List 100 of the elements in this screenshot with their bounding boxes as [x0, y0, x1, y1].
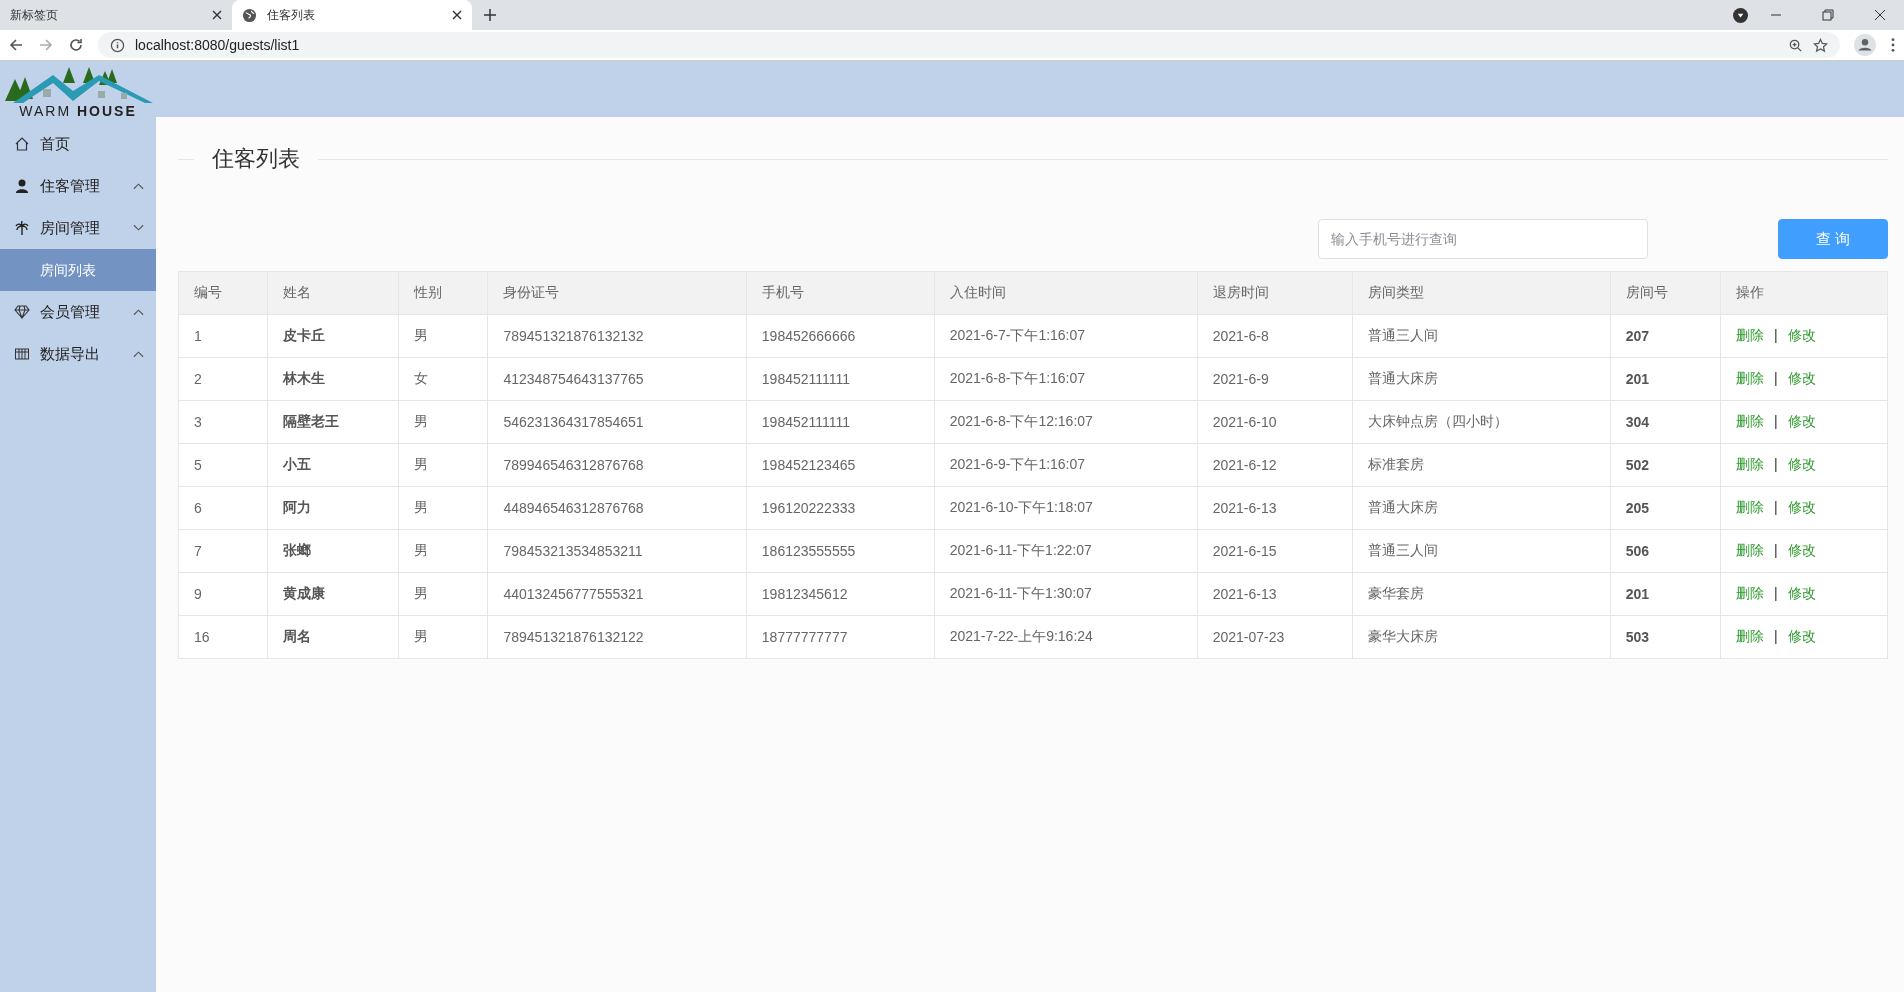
reload-icon[interactable]	[68, 37, 84, 53]
table-cell: 2021-6-8	[1197, 314, 1353, 358]
separator: |	[1773, 628, 1778, 644]
delete-link[interactable]: 删除	[1735, 370, 1764, 386]
table-cell: 隔壁老王	[267, 400, 399, 444]
table-cell: 男	[398, 572, 488, 616]
new-tab-icon[interactable]	[484, 9, 496, 21]
edit-link[interactable]: 修改	[1787, 499, 1816, 515]
back-icon[interactable]	[8, 37, 24, 53]
table-cell: 205	[1610, 486, 1721, 530]
menu-item[interactable]: 房间管理	[0, 207, 156, 249]
menu-item[interactable]: 首页	[0, 123, 156, 165]
delete-link[interactable]: 删除	[1735, 327, 1764, 343]
table-cell: 男	[398, 486, 488, 530]
edit-link[interactable]: 修改	[1787, 327, 1816, 343]
table-cell: 2021-6-13	[1197, 486, 1353, 530]
zoom-icon[interactable]	[1788, 37, 1803, 53]
edit-link[interactable]: 修改	[1787, 542, 1816, 558]
diamond-icon	[14, 304, 30, 320]
menu-item[interactable]: 数据导出	[0, 333, 156, 375]
table-cell: 2021-6-7-下午1:16:07	[934, 314, 1198, 358]
table-cell: 2021-07-23	[1197, 615, 1353, 659]
table-cell: 198452111111	[746, 357, 935, 401]
column-header: 性别	[398, 271, 488, 315]
table-cell: 789946546312876768	[487, 443, 747, 487]
search-field[interactable]: 输入手机号进行查询	[1318, 219, 1648, 259]
close-icon	[212, 10, 222, 20]
table-cell: 2021-6-10	[1197, 400, 1353, 444]
table-cell: 普通三人间	[1352, 314, 1611, 358]
address-bar[interactable]: localhost:8080/guests/list1	[98, 32, 1840, 58]
table-cell: 大床钟点房（四小时）	[1352, 400, 1611, 444]
table-cell: 7	[178, 529, 268, 573]
table-cell: 198452111111	[746, 400, 935, 444]
browser-tab[interactable]: 新标签页	[0, 0, 232, 30]
table-cell: 201	[1610, 357, 1721, 401]
table-cell: 2021-6-11-下午1:22:07	[934, 529, 1198, 573]
search-button[interactable]: 查 询	[1778, 219, 1888, 259]
dropdown-icon	[1733, 7, 1748, 23]
edit-link[interactable]: 修改	[1787, 413, 1816, 429]
menu-item[interactable]: 会员管理	[0, 291, 156, 333]
table-cell: 男	[398, 443, 488, 487]
restore-icon	[1822, 9, 1834, 21]
menu-item[interactable]: 住客管理	[0, 165, 156, 207]
browser-tab[interactable]: 住客列表	[232, 0, 472, 30]
delete-link[interactable]: 删除	[1735, 413, 1764, 429]
table-cell: 普通大床房	[1352, 486, 1611, 530]
profile-icon[interactable]	[1854, 34, 1876, 56]
table-cell: 789451321876132132	[487, 314, 747, 358]
table-cell: 448946546312876768	[487, 486, 747, 530]
table-cell: 周名	[267, 615, 399, 659]
table-cell: 2021-6-8-下午1:16:07	[934, 357, 1198, 401]
menu-icon[interactable]	[1890, 37, 1896, 53]
column-header: 退房时间	[1197, 271, 1353, 315]
separator: |	[1773, 327, 1778, 343]
column-header: 房间号	[1610, 271, 1721, 315]
table-cell: 阿力	[267, 486, 399, 530]
table-cell: 林木生	[267, 357, 399, 401]
delete-link[interactable]: 删除	[1735, 542, 1764, 558]
table-cell: 标准套房	[1352, 443, 1611, 487]
star-icon[interactable]	[1813, 37, 1828, 53]
delete-link[interactable]: 删除	[1735, 456, 1764, 472]
table-cell: 5	[178, 443, 268, 487]
separator: |	[1773, 585, 1778, 601]
table-cell: 男	[398, 615, 488, 659]
table-cell: 198452666666	[746, 314, 935, 358]
table-cell: 黄成康	[267, 572, 399, 616]
close-icon	[1874, 9, 1886, 21]
table-cell: 2021-7-22-上午9:16:24	[934, 615, 1198, 659]
table-cell: 小五	[267, 443, 399, 487]
url-text: localhost:8080/guests/list1	[135, 37, 300, 53]
delete-link[interactable]: 删除	[1735, 628, 1764, 644]
table-cell: 2021-6-15	[1197, 529, 1353, 573]
table-cell: 304	[1610, 400, 1721, 444]
edit-link[interactable]: 修改	[1787, 456, 1816, 472]
table-cell: 男	[398, 314, 488, 358]
table-cell: 普通大床房	[1352, 357, 1611, 401]
delete-link[interactable]: 删除	[1735, 585, 1764, 601]
table-cell: 201	[1610, 572, 1721, 616]
table-cell: 2021-6-12	[1197, 443, 1353, 487]
page-title: 住客列表	[212, 145, 300, 173]
table-cell: 2021-6-9	[1197, 357, 1353, 401]
table-cell: 豪华套房	[1352, 572, 1611, 616]
table-cell: 皮卡丘	[267, 314, 399, 358]
column-header: 姓名	[267, 271, 399, 315]
table-cell: 2021-6-9-下午1:16:07	[934, 443, 1198, 487]
table-cell: 张螂	[267, 529, 399, 573]
submenu-item[interactable]: 房间列表	[0, 249, 156, 291]
edit-link[interactable]: 修改	[1787, 585, 1816, 601]
edit-link[interactable]: 修改	[1787, 628, 1816, 644]
tab-title: 住客列表	[267, 6, 316, 24]
column-header: 入住时间	[934, 271, 1198, 315]
table-cell: 3	[178, 400, 268, 444]
separator: |	[1773, 413, 1778, 429]
column-header: 房间类型	[1352, 271, 1611, 315]
edit-link[interactable]: 修改	[1787, 370, 1816, 386]
palm-tree-icon	[14, 220, 30, 236]
logo-text: WARM HOUSE	[19, 103, 137, 119]
table-cell: 2021-6-13	[1197, 572, 1353, 616]
table-cell: 男	[398, 529, 488, 573]
delete-link[interactable]: 删除	[1735, 499, 1764, 515]
